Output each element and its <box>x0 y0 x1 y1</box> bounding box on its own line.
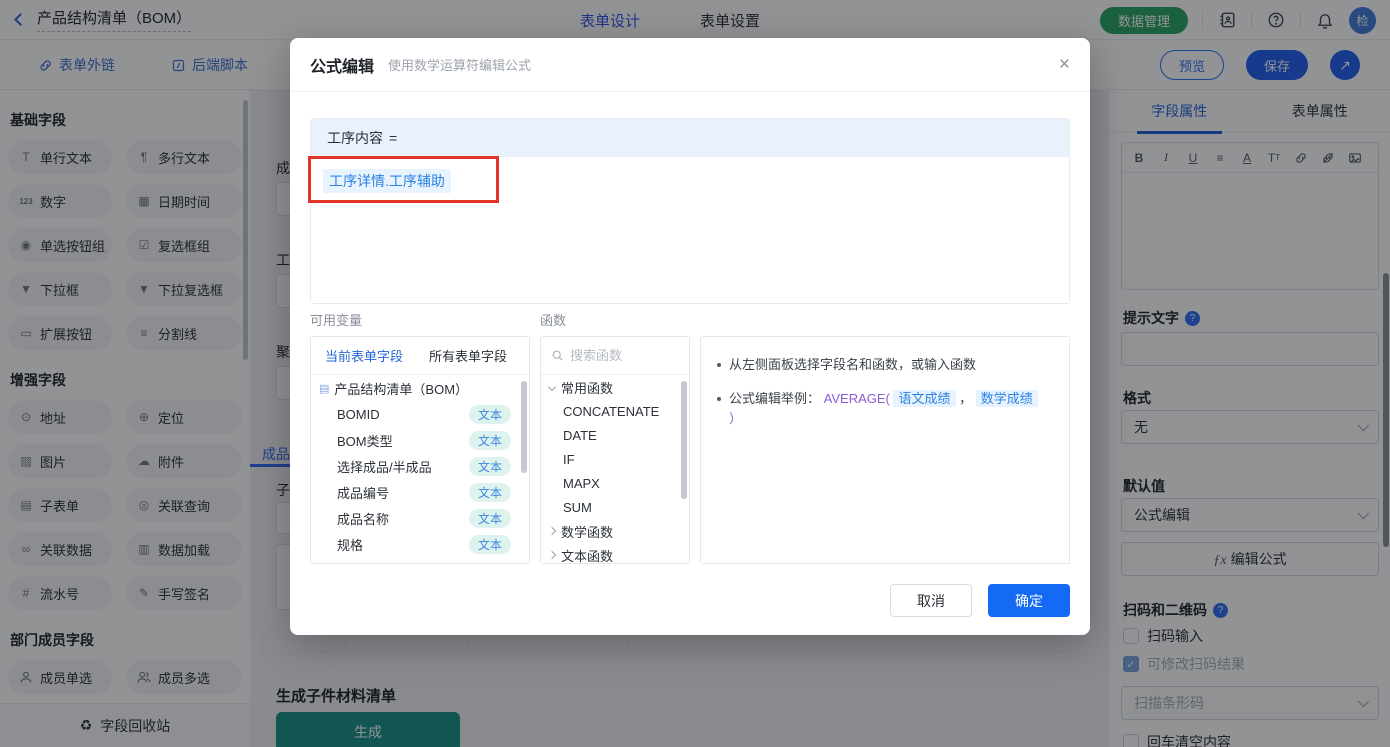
example-chip: 语文成绩 <box>893 390 956 407</box>
chevron-icon <box>547 382 557 392</box>
field-type-badge: 文本 <box>468 508 511 528</box>
help-line-1: 从左侧面板选择字段名和函数，或输入函数 <box>717 355 1053 375</box>
help-line-2: 公式编辑举例： AVERAGE( 语文成绩 ， 数学成绩 ） <box>717 389 1053 429</box>
function-group-expanded[interactable]: 常用函数 <box>541 375 689 399</box>
equals-sign: = <box>389 130 398 146</box>
variables-tree-root[interactable]: ▤ 产品结构清单（BOM） <box>311 375 529 401</box>
field-type-badge: 文本 <box>468 482 511 502</box>
confirm-button[interactable]: 确定 <box>988 584 1070 617</box>
function-group-collapsed[interactable]: 数学函数 <box>541 519 689 543</box>
variable-field-row[interactable]: BOM类型 文本 <box>311 427 529 453</box>
formula-target-field: 工序内容 <box>327 130 383 146</box>
variable-field-row[interactable]: 规格 文本 <box>311 531 529 557</box>
formula-input-area[interactable]: 工序详情.工序辅助 <box>311 157 1069 303</box>
close-icon[interactable]: × <box>1059 55 1070 74</box>
formula-editor-box: 工序内容 = 工序详情.工序辅助 <box>310 118 1070 304</box>
formula-editor-modal: 公式编辑 使用数学运算符编辑公式 × 工序内容 = 工序详情.工序辅助 可用变量… <box>290 38 1090 635</box>
modal-footer: 取消 确定 <box>890 584 1070 617</box>
variable-field-row[interactable]: 成品编号 文本 <box>311 479 529 505</box>
tab-current-form-fields[interactable]: 当前表单字段 <box>325 346 403 365</box>
field-type-badge: 文本 <box>468 430 511 450</box>
function-item[interactable]: IF <box>541 447 689 471</box>
variables-scrollbar[interactable] <box>521 381 527 473</box>
variables-label: 可用变量 <box>310 313 363 328</box>
function-item[interactable]: CONCATENATE <box>541 399 689 423</box>
functions-tree: 常用函数 CONCATENATE DATE IF MAPX SUM 数学函数 文本函数 <box>541 375 689 563</box>
function-item[interactable]: DATE <box>541 423 689 447</box>
formula-help-panel: 从左侧面板选择字段名和函数，或输入函数 公式编辑举例： AVERAGE( 语文成… <box>700 336 1070 564</box>
modal-header: 公式编辑 使用数学运算符编辑公式 × <box>290 38 1090 92</box>
variable-field-row[interactable]: 选择成品/半成品 文本 <box>311 453 529 479</box>
chevron-icon <box>547 550 557 560</box>
form-doc-icon: ▤ <box>319 382 330 395</box>
variable-field-row[interactable]: 成品名称 文本 <box>311 505 529 531</box>
formula-target-row: 工序内容 = <box>311 119 1069 157</box>
function-item[interactable]: SUM <box>541 495 689 519</box>
functions-scrollbar[interactable] <box>681 381 687 499</box>
variables-panel: 当前表单字段 所有表单字段 ▤ 产品结构清单（BOM） BOMID 文本 BOM类型 文本… <box>310 336 530 564</box>
modal-subtitle: 使用数学运算符编辑公式 <box>388 58 532 73</box>
function-search-input[interactable] <box>570 348 670 363</box>
function-search[interactable] <box>541 337 689 375</box>
variable-field-row[interactable]: BOMID 文本 <box>311 401 529 427</box>
functions-label: 函数 <box>540 313 567 328</box>
field-type-badge: 文本 <box>468 404 511 424</box>
function-group-collapsed[interactable]: 文本函数 <box>541 543 689 563</box>
example-function-name: AVERAGE( <box>823 391 890 406</box>
variables-tabs: 当前表单字段 所有表单字段 <box>311 337 529 375</box>
variables-tree: ▤ 产品结构清单（BOM） BOMID 文本 BOM类型 文本 选择成品/半成品 文本 成品编号… <box>311 375 529 557</box>
cancel-button[interactable]: 取消 <box>890 584 972 617</box>
tab-all-form-fields[interactable]: 所有表单字段 <box>429 346 507 365</box>
field-type-badge: 文本 <box>468 534 511 554</box>
function-item[interactable]: MAPX <box>541 471 689 495</box>
app-window: 产品结构清单（BOM） 表单设计 表单设置 数据管理 检 表单外链 后端脚本 预… <box>0 0 1390 747</box>
chevron-icon <box>547 526 557 536</box>
functions-panel: 常用函数CONCATENATEDATEIFMAPXSUM数学函数文本函数 <box>540 336 690 564</box>
modal-title: 公式编辑 <box>310 58 375 76</box>
field-type-badge: 文本 <box>468 456 511 476</box>
search-icon <box>552 350 563 361</box>
bullet-icon <box>717 397 721 401</box>
formula-token-chip[interactable]: 工序详情.工序辅助 <box>323 169 451 193</box>
bullet-icon <box>717 363 721 367</box>
example-chip: 数学成绩 <box>975 390 1038 407</box>
